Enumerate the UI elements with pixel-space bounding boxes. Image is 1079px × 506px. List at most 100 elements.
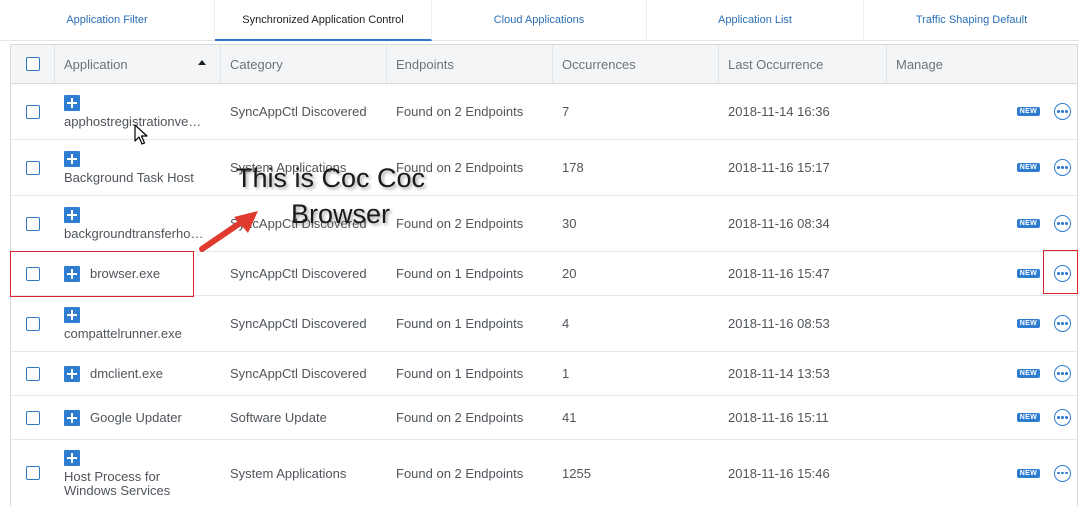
row-select-cell bbox=[11, 296, 55, 351]
row-checkbox[interactable] bbox=[26, 410, 40, 425]
more-options-icon[interactable] bbox=[1054, 464, 1071, 482]
row-checkbox[interactable] bbox=[26, 366, 40, 381]
header-endpoints[interactable]: Endpoints bbox=[387, 45, 553, 83]
new-badge: NEW bbox=[1016, 107, 1040, 116]
app-name-line-2: Windows Services bbox=[64, 482, 171, 498]
header-endpoints-label: Endpoints bbox=[396, 56, 454, 72]
tab-cloud-applications[interactable]: Cloud Applications bbox=[432, 0, 647, 40]
row-select-cell bbox=[11, 352, 55, 395]
table-row[interactable]: compattelrunner.exe SyncAppCtl Discovere… bbox=[11, 296, 1077, 352]
more-options-icon[interactable] bbox=[1054, 103, 1071, 120]
table-row[interactable]: Host Process for Windows Services System… bbox=[11, 440, 1077, 506]
more-options-icon[interactable] bbox=[1054, 409, 1071, 426]
new-badge: NEW bbox=[1016, 269, 1040, 278]
manage-cell: NEW bbox=[887, 196, 1077, 251]
table-header: Application Category Endpoints Occurrenc… bbox=[11, 45, 1077, 84]
plus-square-icon[interactable] bbox=[64, 365, 80, 382]
app-name: Background Task Host bbox=[64, 170, 194, 185]
last-occurrence-cell: 2018-11-16 15:17 bbox=[728, 160, 830, 175]
plus-square-icon[interactable] bbox=[64, 207, 80, 223]
occurrences-cell: 7 bbox=[562, 104, 570, 119]
new-badge: NEW bbox=[1016, 163, 1040, 172]
tab-bar: Application Filter Synchronized Applicat… bbox=[0, 0, 1079, 41]
arrow-icon bbox=[199, 211, 258, 252]
app-name: apphostregistrationve… bbox=[64, 114, 202, 129]
header-category[interactable]: Category bbox=[221, 45, 387, 83]
app-name: backgroundtransferho… bbox=[64, 226, 204, 241]
select-all-checkbox[interactable] bbox=[25, 57, 40, 71]
endpoints-cell: Found on 1 Endpoints bbox=[396, 366, 524, 381]
plus-square-icon[interactable] bbox=[64, 95, 80, 111]
last-occurrence-cell: 2018-11-16 08:53 bbox=[728, 316, 830, 331]
table-row[interactable]: Background Task Host System Applications… bbox=[11, 140, 1077, 196]
plus-square-icon[interactable] bbox=[64, 449, 80, 466]
endpoints-cell: Found on 2 Endpoints bbox=[396, 465, 524, 481]
row-select-cell bbox=[11, 84, 55, 139]
more-options-icon[interactable] bbox=[1054, 365, 1071, 382]
row-select-cell bbox=[11, 440, 55, 506]
manage-cell: NEW bbox=[887, 396, 1077, 439]
endpoints-cell: Found on 2 Endpoints bbox=[396, 410, 524, 425]
row-checkbox[interactable] bbox=[26, 316, 40, 331]
highlight-box-browser bbox=[10, 251, 194, 297]
endpoints-cell: Found on 2 Endpoints bbox=[396, 216, 524, 231]
row-checkbox[interactable] bbox=[26, 216, 40, 231]
row-select-cell bbox=[11, 396, 55, 439]
occurrences-cell: 178 bbox=[562, 160, 584, 175]
table-row[interactable]: backgroundtransferho… SyncAppCtl Discove… bbox=[11, 196, 1077, 252]
header-category-label: Category bbox=[230, 56, 283, 72]
plus-square-icon[interactable] bbox=[64, 151, 80, 167]
endpoints-cell: Found on 1 Endpoints bbox=[396, 266, 524, 281]
tab-traffic-shaping-default[interactable]: Traffic Shaping Default bbox=[864, 0, 1079, 40]
last-occurrence-cell: 2018-11-16 08:34 bbox=[728, 216, 830, 231]
tab-synchronized-application-control[interactable]: Synchronized Application Control bbox=[215, 0, 432, 41]
last-occurrence-cell: 2018-11-16 15:47 bbox=[728, 266, 830, 281]
row-select-cell bbox=[11, 196, 55, 251]
sort-ascending-icon[interactable] bbox=[198, 60, 206, 65]
manage-cell: NEW bbox=[887, 296, 1077, 351]
more-options-icon[interactable] bbox=[1054, 315, 1071, 332]
new-badge: NEW bbox=[1016, 468, 1040, 478]
table-row[interactable]: dmclient.exe SyncAppCtl Discovered Found… bbox=[11, 352, 1077, 396]
select-all-cell bbox=[11, 45, 55, 83]
plus-square-icon[interactable] bbox=[64, 409, 80, 426]
occurrences-cell: 1 bbox=[562, 366, 570, 381]
app-cell: Background Task Host bbox=[55, 140, 221, 195]
mouse-pointer-icon bbox=[134, 124, 148, 145]
header-application-label: Application bbox=[64, 56, 128, 72]
new-badge: NEW bbox=[1016, 413, 1040, 422]
manage-cell: NEW bbox=[887, 84, 1077, 139]
more-options-icon[interactable] bbox=[1054, 159, 1071, 176]
header-application[interactable]: Application bbox=[55, 45, 221, 83]
app-name: Google Updater bbox=[90, 410, 182, 425]
header-occurrences[interactable]: Occurrences bbox=[553, 45, 719, 83]
row-checkbox[interactable] bbox=[26, 466, 40, 480]
last-occurrence-cell: 2018-11-16 15:46 bbox=[728, 465, 830, 481]
category-cell: Software Update bbox=[230, 410, 327, 425]
header-last-occurrence[interactable]: Last Occurrence bbox=[719, 45, 887, 83]
category-cell: SyncAppCtl Discovered bbox=[230, 104, 367, 119]
last-occurrence-cell: 2018-11-14 13:53 bbox=[728, 366, 830, 381]
table-row[interactable]: apphostregistrationve… SyncAppCtl Discov… bbox=[11, 84, 1077, 140]
row-checkbox[interactable] bbox=[26, 160, 40, 175]
table-row[interactable]: Google Updater Software Update Found on … bbox=[11, 396, 1077, 440]
row-checkbox[interactable] bbox=[26, 104, 40, 119]
annotation-line-2: Browser bbox=[291, 199, 391, 229]
header-occurrences-label: Occurrences bbox=[562, 56, 636, 72]
endpoints-cell: Found on 2 Endpoints bbox=[396, 104, 524, 119]
header-last-occurrence-label: Last Occurrence bbox=[728, 56, 824, 72]
category-cell: SyncAppCtl Discovered bbox=[230, 266, 367, 281]
tab-application-filter[interactable]: Application Filter bbox=[0, 0, 215, 40]
new-badge: NEW bbox=[1016, 369, 1040, 378]
occurrences-cell: 4 bbox=[562, 316, 570, 331]
more-options-icon[interactable] bbox=[1054, 215, 1071, 232]
occurrences-cell: 41 bbox=[562, 410, 577, 425]
tab-application-list[interactable]: Application List bbox=[647, 0, 864, 40]
manage-cell: NEW bbox=[887, 352, 1077, 395]
app-cell: Host Process for Windows Services bbox=[55, 440, 221, 506]
header-manage-label: Manage bbox=[896, 56, 943, 72]
new-badge: NEW bbox=[1016, 219, 1040, 228]
manage-cell: NEW bbox=[887, 440, 1077, 506]
plus-square-icon[interactable] bbox=[64, 307, 80, 323]
app-cell: Google Updater bbox=[55, 396, 221, 439]
